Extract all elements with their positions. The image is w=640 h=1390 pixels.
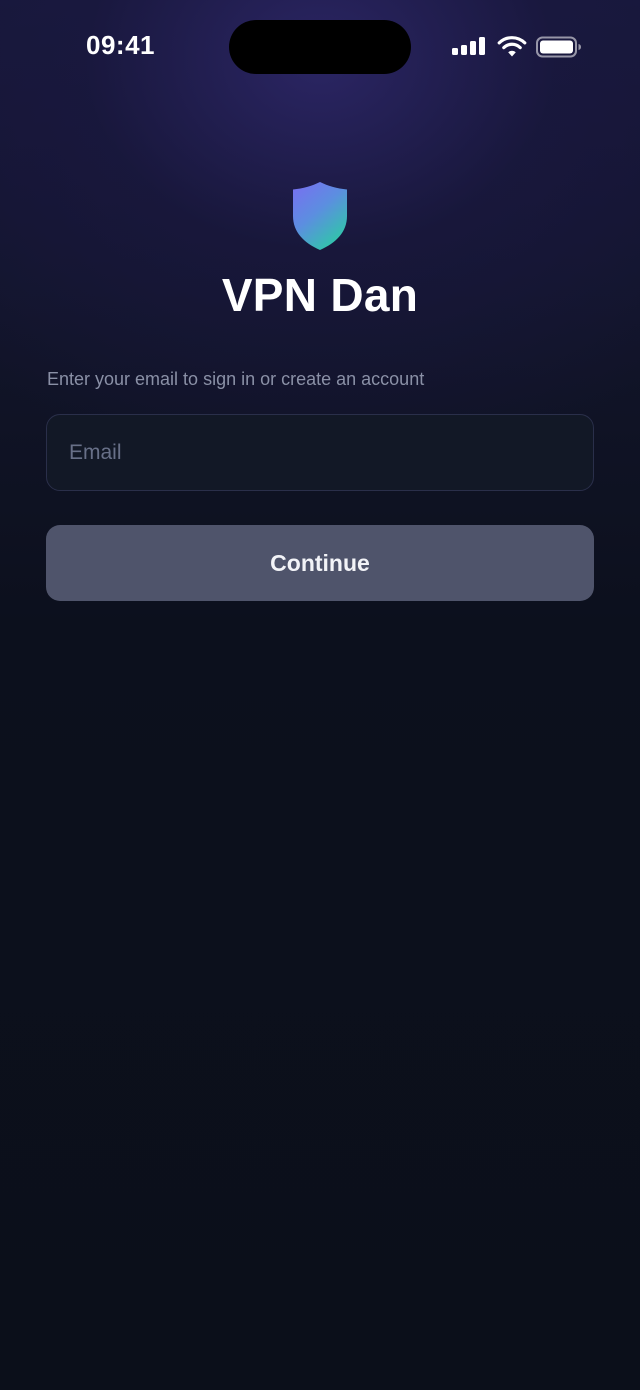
wifi-icon bbox=[497, 36, 527, 57]
continue-button[interactable]: Continue bbox=[46, 525, 594, 601]
shield-icon bbox=[293, 182, 347, 250]
dynamic-island bbox=[229, 20, 411, 74]
signin-subtitle: Enter your email to sign in or create an… bbox=[47, 369, 425, 389]
app-title: VPN Dan bbox=[221, 269, 419, 321]
cellular-signal-icon bbox=[452, 36, 488, 58]
status-icons bbox=[452, 36, 582, 58]
battery-icon bbox=[536, 36, 581, 58]
email-field[interactable] bbox=[46, 414, 594, 491]
signin-screen: 09:41 VPN Dan Enter your email to sign i… bbox=[0, 0, 640, 1390]
status-bar: 09:41 bbox=[0, 0, 640, 95]
status-time: 09:41 bbox=[86, 30, 155, 60]
